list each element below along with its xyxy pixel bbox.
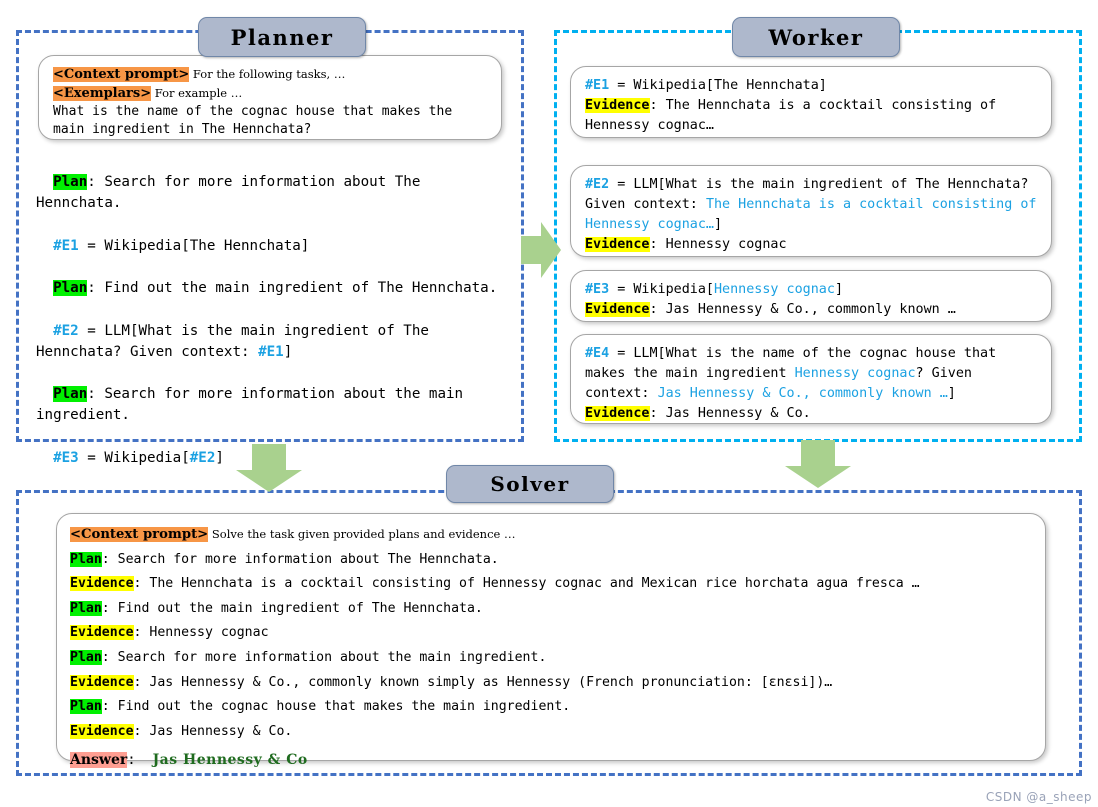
- evidence-token-ref: #E1: [258, 343, 284, 360]
- evidence-token-e1: #E1: [53, 237, 79, 254]
- evidence-token-e4: #E4: [585, 346, 610, 361]
- evidence-label: Evidence: [585, 406, 650, 421]
- planner-prompt-lines: <Context prompt> For the following tasks…: [53, 65, 488, 139]
- plan-call-text: = Wikipedia[The Hennchata]: [78, 237, 310, 254]
- exemplars-text: For example …: [151, 86, 243, 100]
- planner-prompt-card: <Context prompt> For the following tasks…: [38, 55, 502, 140]
- plan-text: : Find out the main ingredient of The He…: [87, 280, 498, 297]
- worker-step-card: #E2 = LLM[What is the main ingredient of…: [570, 165, 1052, 257]
- solver-trace-list: <Context prompt> Solve the task given pr…: [70, 522, 1045, 744]
- evidence-token-e2: #E2: [53, 322, 79, 339]
- worker-call-tail: ]: [947, 386, 956, 401]
- evidence-label: Evidence: [70, 674, 134, 690]
- worker-substituted-context-2: Jas Hennessy & Co., commonly known …: [657, 386, 948, 401]
- worker-substituted-context: Hennessy cognac: [714, 282, 835, 297]
- worker-call-text: = Wikipedia[: [609, 282, 714, 297]
- plan-text: : Search for more information about the …: [36, 386, 472, 424]
- worker-step-card: #E3 = Wikipedia[Hennessy cognac] Evidence…: [570, 270, 1052, 322]
- solver-context-line: <Context prompt> Solve the task given pr…: [70, 522, 1045, 548]
- plan-text: : Search for more information about the …: [101, 649, 547, 665]
- evidence-label: Evidence: [70, 625, 134, 641]
- context-prompt-text: Solve the task given provided plans and …: [208, 527, 516, 541]
- plan-call-text: = Wikipedia[: [78, 449, 190, 466]
- exemplars-label: <Exemplars>: [53, 86, 152, 101]
- evidence-text: : Jas Hennessy & Co.: [133, 723, 293, 739]
- evidence-label: Evidence: [585, 98, 650, 113]
- evidence-label: Evidence: [70, 576, 134, 592]
- context-prompt-text: For the following tasks, …: [189, 67, 346, 81]
- evidence-text: : Jas Hennessy & Co.: [649, 406, 811, 421]
- evidence-token-e1: #E1: [585, 78, 610, 93]
- plan-label: Plan: [70, 600, 102, 616]
- solver-title-badge: Solver: [446, 465, 614, 503]
- context-prompt-label: <Context prompt>: [53, 67, 190, 82]
- arrow-down-icon: [785, 440, 851, 488]
- plan-text: : Search for more information about The …: [101, 551, 499, 567]
- evidence-text: : Jas Hennessy & Co., commonly known …: [649, 302, 956, 317]
- planner-title-badge: Planner: [198, 17, 366, 57]
- arrow-right-icon: [521, 222, 561, 278]
- worker-step-content: #E3 = Wikipedia[Hennessy cognac] Evidence…: [585, 280, 1038, 320]
- solver-plan-line: Plan: Find out the cognac house that mak…: [70, 695, 1045, 720]
- solver-evidence-line: Evidence: Hennessy cognac: [70, 621, 1045, 646]
- worker-call-tail: ]: [714, 217, 723, 232]
- plan-text: : Find out the main ingredient of The He…: [101, 600, 483, 616]
- evidence-label: Evidence: [585, 237, 650, 252]
- planner-question: What is the name of the cognac house tha…: [53, 104, 460, 137]
- evidence-text: : Hennessy cognac: [133, 625, 269, 641]
- evidence-text: : Jas Hennessy & Co., commonly known sim…: [133, 674, 833, 690]
- plan-call-tail: ]: [283, 343, 293, 360]
- worker-step-card: #E4 = LLM[What is the name of the cognac…: [570, 334, 1052, 424]
- worker-call-tail: ]: [834, 282, 843, 297]
- plan-label: Plan: [53, 280, 88, 297]
- evidence-token-e3: #E3: [585, 282, 610, 297]
- plan-label: Plan: [53, 174, 88, 191]
- answer-value: Jas Hennessy & Co: [152, 752, 308, 768]
- plan-label: Plan: [70, 649, 102, 665]
- evidence-label: Evidence: [585, 302, 650, 317]
- plan-label: Plan: [53, 386, 88, 403]
- plan-call-text: = LLM[What is the main ingredient of The…: [36, 322, 438, 360]
- plan-call-tail: ]: [215, 449, 224, 466]
- plan-label: Plan: [70, 699, 102, 715]
- worker-step-content: #E1 = Wikipedia[The Hennchata] Evidence: …: [585, 76, 1038, 136]
- context-prompt-label: <Context prompt>: [70, 527, 209, 542]
- worker-title-badge: Worker: [732, 17, 900, 57]
- evidence-token-e2: #E2: [585, 177, 610, 192]
- worker-substituted-context: Hennessy cognac: [794, 366, 916, 381]
- solver-plan-line: Plan: Search for more information about …: [70, 548, 1045, 573]
- evidence-token-e3: #E3: [53, 449, 79, 466]
- worker-call-text: = Wikipedia[The Hennchata]: [609, 78, 827, 93]
- evidence-label: Evidence: [70, 723, 134, 739]
- answer-label: Answer: [70, 752, 128, 768]
- plan-text: : Find out the cognac house that makes t…: [101, 699, 571, 715]
- worker-step-card: #E1 = Wikipedia[The Hennchata] Evidence: …: [570, 66, 1052, 138]
- evidence-token-ref: #E2: [189, 449, 216, 466]
- solver-plan-line: Plan: Search for more information about …: [70, 646, 1045, 671]
- answer-separator: :: [127, 752, 153, 768]
- answer-line: Answer: Jas Hennessy & Co: [70, 752, 308, 768]
- solver-evidence-line: Evidence: Jas Hennessy & Co., commonly k…: [70, 671, 1045, 696]
- worker-step-content: #E2 = LLM[What is the main ingredient of…: [585, 175, 1038, 255]
- arrow-down-icon: [236, 444, 302, 492]
- watermark: CSDN @a_sheep: [985, 790, 1092, 804]
- plan-label: Plan: [70, 551, 102, 567]
- plan-text: : Search for more information about The …: [36, 174, 429, 212]
- solver-evidence-line: Evidence: The Hennchata is a cocktail co…: [70, 572, 1045, 597]
- evidence-text: : Hennessy cognac: [649, 237, 787, 252]
- solver-plan-line: Plan: Find out the main ingredient of Th…: [70, 597, 1045, 622]
- worker-step-content: #E4 = LLM[What is the name of the cognac…: [585, 344, 1038, 424]
- solver-evidence-line: Evidence: Jas Hennessy & Co.: [70, 720, 1045, 745]
- evidence-text: : The Hennchata is a cocktail consisting…: [133, 576, 920, 592]
